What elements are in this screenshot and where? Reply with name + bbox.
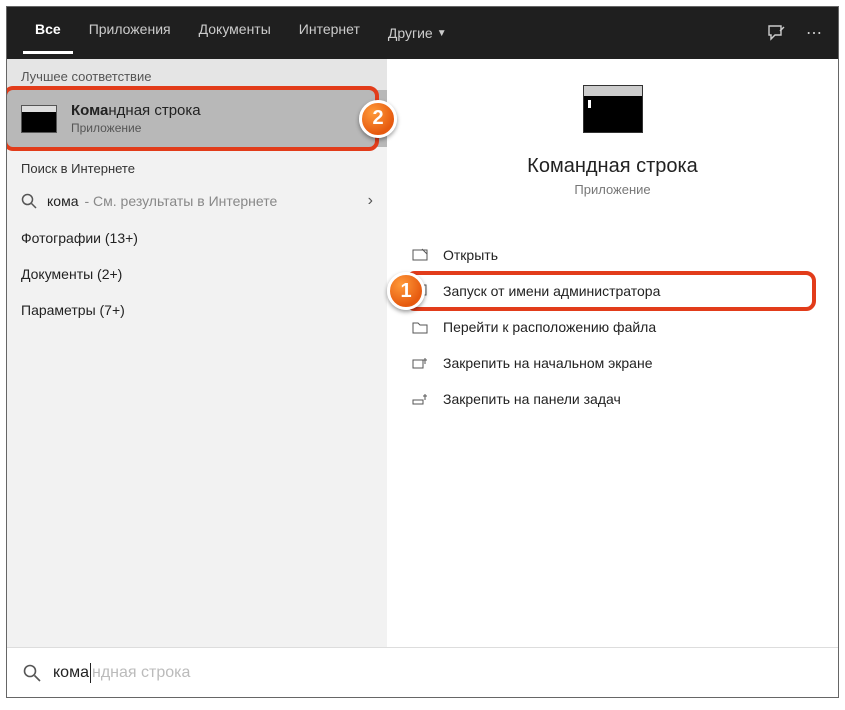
search-bar[interactable]: командная строка [7, 647, 838, 697]
photos-group[interactable]: Фотографии (13+) [7, 220, 387, 256]
tab-documents[interactable]: Документы [187, 13, 283, 54]
annotation-badge-2: 2 [359, 100, 397, 138]
best-match-header: Лучшее соответствие [7, 59, 387, 90]
documents-group[interactable]: Документы (2+) [7, 256, 387, 292]
preview-app-icon [583, 85, 643, 133]
folder-icon [411, 320, 429, 334]
search-suggestion-ghost: ндная строка [92, 664, 190, 682]
pin-start-icon [411, 356, 429, 370]
feedback-icon[interactable] [766, 23, 786, 43]
search-window: Все Приложения Документы Интернет Другие… [6, 6, 839, 698]
tab-more-label: Другие [388, 25, 433, 41]
more-options-icon[interactable]: ⋯ [806, 23, 822, 43]
web-search-item[interactable]: кома - См. результаты в Интернете › [7, 182, 387, 220]
annotation-badge-1: 1 [387, 272, 425, 310]
search-typed-text: кома [53, 664, 89, 682]
action-open-location[interactable]: Перейти к расположению файла [399, 309, 826, 345]
chevron-right-icon: › [368, 192, 373, 210]
action-admin-label: Запуск от имени администратора [443, 283, 660, 299]
filter-tabs: Все Приложения Документы Интернет Другие… [23, 13, 459, 54]
best-match-title: Командная строка [71, 102, 201, 119]
action-location-label: Перейти к расположению файла [443, 319, 656, 335]
preview-panel: Командная строка Приложение Открыть Запу… [387, 59, 838, 647]
tab-more[interactable]: Другие ▼ [376, 13, 459, 54]
action-open-label: Открыть [443, 247, 498, 263]
search-icon [23, 664, 41, 682]
topbar: Все Приложения Документы Интернет Другие… [7, 7, 838, 59]
tab-internet[interactable]: Интернет [287, 13, 372, 54]
best-match-subtitle: Приложение [71, 121, 201, 135]
text-cursor [90, 663, 91, 683]
pin-taskbar-icon [411, 392, 429, 406]
tab-all[interactable]: Все [23, 13, 73, 54]
action-open[interactable]: Открыть [399, 237, 826, 273]
web-search-term: кома [47, 193, 78, 209]
preview-title: Командная строка [527, 155, 698, 178]
cmd-icon [21, 105, 57, 133]
web-search-header: Поиск в Интернете [7, 147, 387, 182]
settings-group[interactable]: Параметры (7+) [7, 292, 387, 328]
results-panel: Лучшее соответствие Командная строка При… [7, 59, 387, 647]
tab-apps[interactable]: Приложения [77, 13, 183, 54]
chevron-down-icon: ▼ [437, 28, 447, 39]
action-pin-start-label: Закрепить на начальном экране [443, 355, 653, 371]
web-search-desc: - См. результаты в Интернете [84, 193, 277, 209]
open-icon [411, 248, 429, 262]
action-run-as-admin[interactable]: Запуск от имени администратора 1 [399, 273, 826, 309]
action-pin-taskbar[interactable]: Закрепить на панели задач [399, 381, 826, 417]
actions-list: Открыть Запуск от имени администратора 1… [387, 237, 838, 417]
action-pin-taskbar-label: Закрепить на панели задач [443, 391, 621, 407]
action-pin-start[interactable]: Закрепить на начальном экране [399, 345, 826, 381]
search-icon [21, 193, 37, 209]
preview-subtitle: Приложение [574, 182, 650, 197]
best-match-item[interactable]: Командная строка Приложение 2 [7, 90, 387, 147]
